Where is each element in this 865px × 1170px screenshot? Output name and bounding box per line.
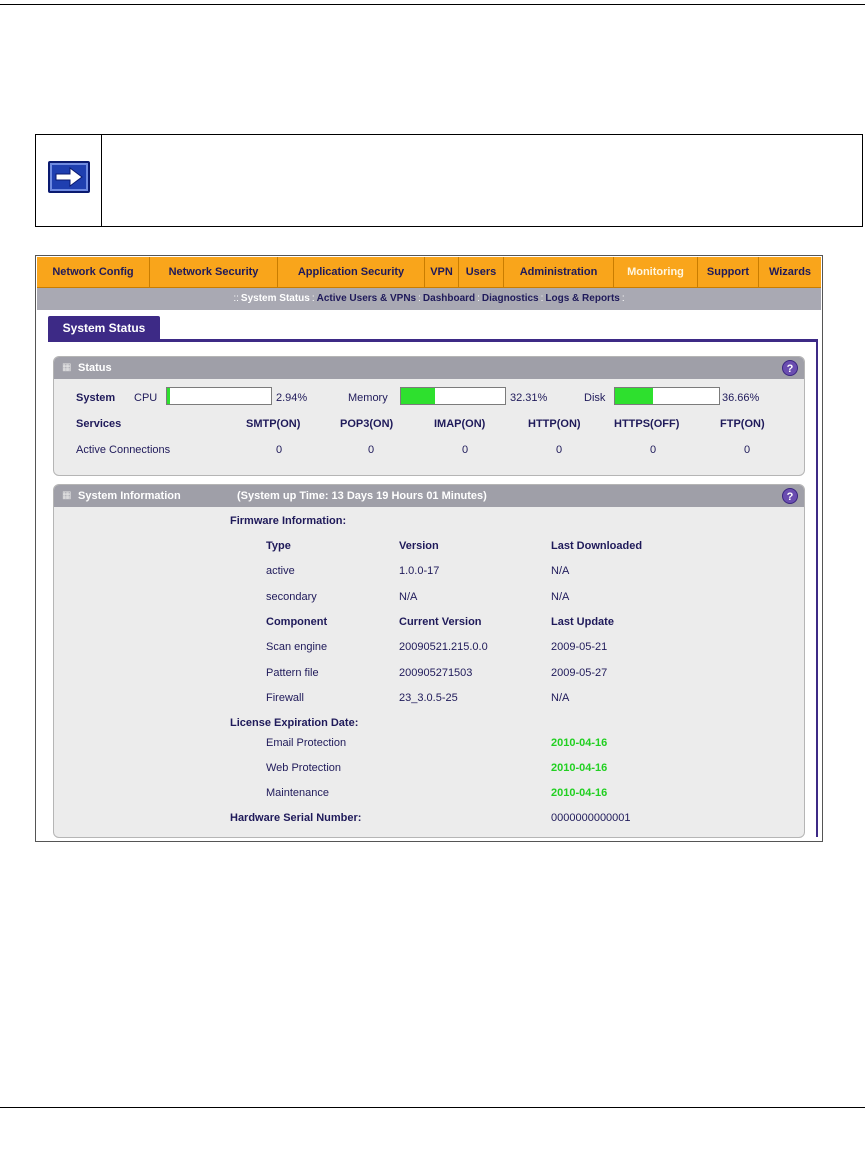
- component-version: 23_3.0.5-25: [399, 692, 458, 704]
- connections-ftp: 0: [744, 444, 751, 456]
- nav-wizards[interactable]: Wizards: [759, 257, 821, 287]
- component-header-last-update: Last Update: [551, 616, 614, 628]
- component-header: Component: [266, 616, 328, 628]
- serial-value: 0000000000001: [551, 812, 631, 824]
- top-rule: [0, 4, 865, 5]
- subnav-prefix: ::: [233, 293, 239, 304]
- component-last-update: 2009-05-21: [551, 641, 608, 653]
- license-item: Web Protection: [266, 762, 342, 774]
- cpu-value: 2.94%: [276, 392, 308, 404]
- memory-usage-fill: [401, 388, 435, 404]
- subnav-separator: :: [311, 293, 315, 304]
- system-info-title: System Information: [78, 490, 181, 502]
- license-item: Email Protection: [266, 737, 347, 749]
- nav-administration[interactable]: Administration: [504, 257, 614, 287]
- firmware-version: 1.0.0-17: [399, 565, 440, 577]
- firmware-type: active: [266, 565, 295, 577]
- firmware-last-downloaded: N/A: [551, 565, 570, 577]
- firmware-type: secondary: [266, 591, 317, 603]
- subnav-logs-reports[interactable]: Logs & Reports: [545, 293, 619, 304]
- connections-https: 0: [650, 444, 657, 456]
- disk-label: Disk: [584, 392, 606, 404]
- firmware-last-downloaded: N/A: [551, 591, 570, 603]
- main-navbar: Network Config Network Security Applicat…: [37, 257, 821, 288]
- subnav-dashboard[interactable]: Dashboard: [423, 293, 475, 304]
- memory-label: Memory: [348, 392, 388, 404]
- subnav-separator: :: [477, 293, 480, 304]
- nav-monitoring[interactable]: Monitoring: [614, 257, 698, 287]
- firmware-header-last-downloaded: Last Downloaded: [551, 540, 643, 552]
- license-item: Maintenance: [266, 787, 329, 799]
- connections-smtp: 0: [276, 444, 283, 456]
- subnav-separator: :: [540, 293, 544, 304]
- service-ftp: FTP(ON): [720, 418, 765, 430]
- service-imap: IMAP(ON): [434, 418, 486, 430]
- system-label: System: [76, 392, 116, 404]
- subnav-separator: :: [621, 293, 625, 304]
- status-panel: ▦ Status ? System CPU 2.94% Memory 32.31…: [53, 356, 805, 476]
- license-heading: License Expiration Date:: [230, 717, 359, 729]
- system-info-panel-header: ▦ System Information (System up Time: 13…: [54, 485, 804, 507]
- help-icon[interactable]: ?: [782, 488, 798, 504]
- firmware-header-version: Version: [399, 540, 439, 552]
- active-connections-label: Active Connections: [76, 444, 171, 456]
- firmware-header-type: Type: [266, 540, 291, 552]
- subnav-active-users-vpns[interactable]: Active Users & VPNs: [317, 293, 417, 304]
- cpu-usage-bar: [166, 387, 272, 405]
- component-name: Firewall: [266, 692, 304, 704]
- firmware-version: N/A: [399, 591, 418, 603]
- license-expiration: 2010-04-16: [551, 737, 608, 749]
- status-panel-title: Status: [78, 362, 112, 374]
- note-box: [35, 134, 863, 227]
- memory-usage-bar: [400, 387, 506, 405]
- serial-label: Hardware Serial Number:: [230, 812, 362, 824]
- component-header-current-version: Current Version: [399, 616, 482, 628]
- sub-navbar: :: System Status: Active Users & VPNs: Dash…: [37, 288, 821, 310]
- nav-network-config[interactable]: Network Config: [37, 257, 150, 287]
- component-name: Pattern file: [266, 667, 319, 679]
- disk-value: 36.66%: [722, 392, 760, 404]
- disk-usage-bar: [614, 387, 720, 405]
- firmware-heading: Firmware Information:: [230, 515, 347, 527]
- cpu-usage-fill: [167, 388, 171, 404]
- nav-users[interactable]: Users: [459, 257, 504, 287]
- nav-application-security[interactable]: Application Security: [278, 257, 425, 287]
- subnav-system-status[interactable]: System Status: [241, 293, 310, 304]
- connections-pop3: 0: [368, 444, 375, 456]
- right-arrow-icon: [48, 161, 90, 193]
- system-uptime: (System up Time: 13 Days 19 Hours 01 Min…: [237, 490, 487, 502]
- component-version: 200905271503: [399, 667, 473, 679]
- help-icon[interactable]: ?: [782, 360, 798, 376]
- license-expiration: 2010-04-16: [551, 787, 608, 799]
- status-panel-header: ▦ Status ?: [54, 357, 804, 379]
- service-smtp: SMTP(ON): [246, 418, 301, 430]
- cpu-label: CPU: [134, 392, 158, 404]
- nav-support[interactable]: Support: [698, 257, 759, 287]
- subnav-diagnostics[interactable]: Diagnostics: [482, 293, 539, 304]
- bottom-rule: [0, 1107, 865, 1108]
- component-last-update: N/A: [551, 692, 570, 704]
- connections-http: 0: [556, 444, 563, 456]
- grip-icon: ▦: [62, 490, 72, 501]
- license-expiration: 2010-04-16: [551, 762, 608, 774]
- tab-system-status[interactable]: System Status: [48, 316, 160, 340]
- nav-network-security[interactable]: Network Security: [150, 257, 278, 287]
- screenshot-frame: Network Config Network Security Applicat…: [35, 255, 823, 842]
- component-version: 20090521.215.0.0: [399, 641, 488, 653]
- connections-imap: 0: [462, 444, 469, 456]
- services-label: Services: [76, 418, 122, 430]
- nav-vpn[interactable]: VPN: [425, 257, 459, 287]
- component-name: Scan engine: [266, 641, 328, 653]
- subnav-separator: :: [418, 293, 421, 304]
- grip-icon: ▦: [62, 362, 72, 373]
- disk-usage-fill: [615, 388, 654, 404]
- memory-value: 32.31%: [510, 392, 548, 404]
- service-pop3: POP3(ON): [340, 418, 394, 430]
- note-divider: [101, 135, 102, 226]
- component-last-update: 2009-05-27: [551, 667, 608, 679]
- system-info-panel: ▦ System Information (System up Time: 13…: [53, 484, 805, 838]
- service-http: HTTP(ON): [528, 418, 581, 430]
- service-https: HTTPS(OFF): [614, 418, 680, 430]
